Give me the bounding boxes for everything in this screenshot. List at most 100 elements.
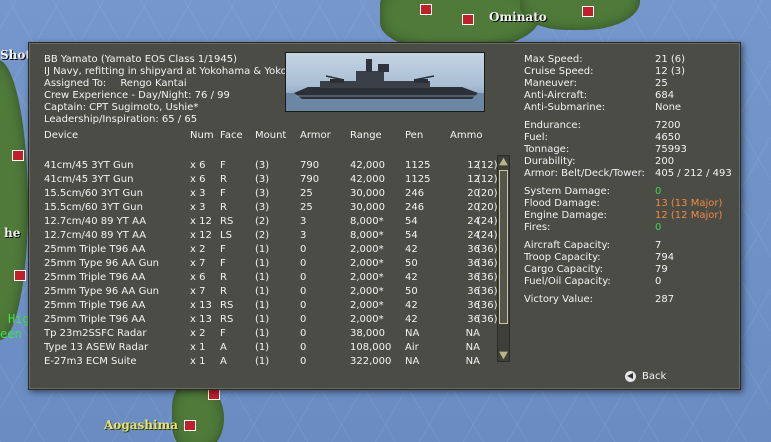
map-unit-marker[interactable]: [12, 150, 24, 161]
cell-range: 2,000*: [350, 300, 384, 311]
table-row[interactable]: 12.7cm/40 89 YT AA x 12 RS (2) 3 8,000* …: [44, 215, 504, 229]
cell-ammo-max: (24): [477, 216, 498, 227]
cell-armor: 0: [300, 314, 307, 325]
col-armor[interactable]: Armor: [300, 129, 331, 143]
device-scrollbar[interactable]: [497, 155, 510, 362]
map-unit-marker[interactable]: [462, 14, 474, 25]
map-unit-marker[interactable]: [420, 4, 432, 15]
stat-fuel: Fuel: 4650: [524, 132, 734, 144]
stat-victory-value: Victory Value: 287: [524, 294, 734, 306]
stat-maneuver: Maneuver: 25: [524, 78, 734, 90]
table-row[interactable]: 25mm Triple T96 AA x 6 R (1) 0 2,000* 42…: [44, 271, 504, 285]
cell-num: x 3: [190, 202, 206, 213]
cell-pen: 246: [405, 188, 425, 199]
map-unit-marker[interactable]: [14, 270, 26, 281]
map-label-he: he: [4, 226, 21, 240]
cell-face: RS: [220, 300, 234, 311]
back-arrow-icon: [625, 370, 636, 382]
cell-ammo: 12: [467, 160, 480, 171]
stat-label: Flood Damage:: [524, 198, 600, 209]
stat-label: Fuel/Oil Capacity:: [524, 276, 611, 287]
table-row[interactable]: E-27m3 ECM Suite x 1 A (1) 0 322,000 NA …: [44, 355, 504, 369]
table-row[interactable]: 25mm Type 96 AA Gun x 7 R (1) 0 2,000* 5…: [44, 285, 504, 299]
cell-armor: 0: [300, 258, 307, 269]
stat-value: None: [655, 102, 682, 113]
cell-ammo: 36: [467, 300, 480, 311]
stat-label: Fuel:: [524, 132, 548, 143]
table-row[interactable]: 25mm Triple T96 AA x 13 RS (1) 0 2,000* …: [44, 313, 504, 327]
cell-ammo: 36: [467, 258, 480, 269]
stat-cargo-capacity: Cargo Capacity: 79: [524, 264, 734, 276]
cell-ammo-max: (36): [477, 300, 498, 311]
stat-fuel-oil-capacity: Fuel/Oil Capacity: 0: [524, 276, 734, 288]
table-row[interactable]: 15.5cm/60 3YT Gun x 3 R (3) 25 30,000 24…: [44, 201, 504, 215]
cell-ammo: 36: [467, 272, 480, 283]
cell-num: x 13: [190, 314, 212, 325]
stat-fires: Fires: 0: [524, 222, 734, 234]
stat-anti-sub: Anti-Submarine: None: [524, 102, 734, 114]
cell-ammo: NA: [465, 328, 480, 339]
scroll-up-icon[interactable]: [499, 157, 508, 166]
table-row[interactable]: Type 13 ASEW Radar x 1 A (1) 0 108,000 A…: [44, 341, 504, 355]
stat-engine-damage: Engine Damage: 12 (12 Major): [524, 210, 734, 222]
col-pen[interactable]: Pen: [405, 129, 423, 143]
col-range[interactable]: Range: [350, 129, 382, 143]
cell-range: 2,000*: [350, 258, 384, 269]
cell-armor: 3: [300, 216, 307, 227]
col-num[interactable]: Num: [190, 129, 214, 143]
cell-range: 108,000: [350, 342, 392, 353]
table-row[interactable]: 15.5cm/60 3YT Gun x 3 F (3) 25 30,000 24…: [44, 187, 504, 201]
cell-pen: NA: [405, 356, 420, 367]
device-table: Device Num Face Mount Armor Range Pen Am…: [44, 129, 504, 369]
captain[interactable]: Captain: CPT Sugimoto, Ushie*: [44, 102, 298, 114]
stat-label: Armor: Belt/Deck/Tower:: [524, 168, 645, 179]
cell-range: 2,000*: [350, 272, 384, 283]
crew-night: 99: [217, 90, 230, 101]
stat-label: Anti-Submarine:: [524, 102, 606, 113]
stat-label: Tonnage:: [524, 144, 570, 155]
stat-label: Durability:: [524, 156, 576, 167]
table-row[interactable]: 25mm Triple T96 AA x 13 RS (1) 0 2,000* …: [44, 299, 504, 313]
col-ammo[interactable]: Ammo: [450, 129, 482, 143]
cell-ammo-max: (36): [477, 286, 498, 297]
cell-face: A: [220, 356, 227, 367]
cell-range: 322,000: [350, 356, 392, 367]
stat-cruise-speed: Cruise Speed: 12 (3): [524, 66, 734, 78]
table-row[interactable]: Tp 23m2SSFC Radar x 2 F (1) 0 38,000 NA …: [44, 327, 504, 341]
map-label-een: een: [0, 327, 22, 341]
map-unit-marker[interactable]: [208, 389, 220, 400]
cell-range: 42,000: [350, 160, 385, 171]
stat-value: 12 (3): [655, 66, 686, 77]
col-device[interactable]: Device: [44, 129, 78, 143]
cell-face: F: [220, 244, 226, 255]
cell-face: R: [220, 202, 227, 213]
stat-value: 0: [655, 276, 662, 287]
scroll-thumb[interactable]: [499, 170, 508, 324]
table-row[interactable]: 25mm Triple T96 AA x 2 F (1) 0 2,000* 42…: [44, 243, 504, 257]
cell-range: 8,000*: [350, 216, 384, 227]
map-unit-marker[interactable]: [582, 6, 594, 17]
scroll-down-icon[interactable]: [499, 351, 508, 360]
cell-ammo-max: (36): [477, 258, 498, 269]
ship-stats: Max Speed: 21 (6) Cruise Speed: 12 (3) Man…: [524, 54, 734, 306]
crew-label: Crew Experience - Day/Night:: [44, 90, 192, 101]
stat-label: Aircraft Capacity:: [524, 240, 611, 251]
cell-pen: 42: [405, 244, 418, 255]
back-button[interactable]: Back: [625, 370, 666, 384]
table-row[interactable]: 41cm/45 3YT Gun x 6 F (3) 790 42,000 112…: [44, 159, 504, 173]
table-row[interactable]: 25mm Type 96 AA Gun x 7 F (1) 0 2,000* 5…: [44, 257, 504, 271]
cell-armor: 25: [300, 188, 313, 199]
assigned-label: Assigned To:: [44, 78, 107, 89]
table-row[interactable]: 41cm/45 3YT Gun x 6 R (3) 790 42,000 112…: [44, 173, 504, 187]
stat-aircraft-capacity: Aircraft Capacity: 7: [524, 240, 734, 252]
col-face[interactable]: Face: [220, 129, 243, 143]
cell-ammo-max: (12): [477, 160, 498, 171]
assigned-value[interactable]: Rengo Kantai: [120, 78, 186, 89]
cell-mount: (1): [255, 244, 270, 255]
cell-face: LS: [220, 230, 232, 241]
cell-ammo: 36: [467, 286, 480, 297]
col-mount[interactable]: Mount: [255, 129, 286, 143]
cell-ammo-max: (36): [477, 244, 498, 255]
map-unit-marker[interactable]: [184, 420, 196, 431]
table-row[interactable]: 12.7cm/40 89 YT AA x 12 LS (2) 3 8,000* …: [44, 229, 504, 243]
